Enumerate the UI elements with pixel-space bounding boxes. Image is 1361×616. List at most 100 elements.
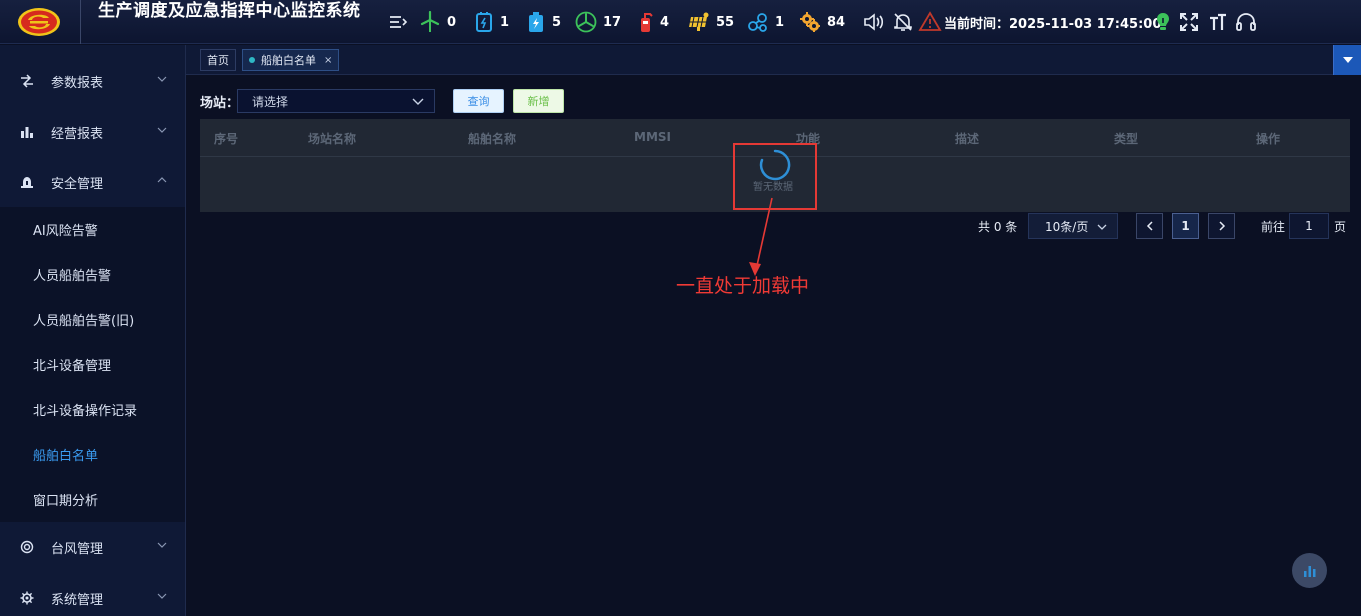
column-header: 操作 xyxy=(1256,132,1281,146)
gear-cluster-icon xyxy=(800,12,820,32)
bell-off-icon[interactable] xyxy=(891,10,915,34)
top-header: 生产调度及应急指挥中心监控系统 0 1 5 17 4 55 1 84 当前时间：… xyxy=(0,0,1361,44)
stat-value: 55 xyxy=(716,14,735,30)
prev-page-button[interactable] xyxy=(1136,213,1163,239)
alarm-light-icon xyxy=(21,177,33,188)
sidebar: 参数报表 经营报表 安全管理 AI风险告警 人员船舶告警 人员船舶告警(旧) 北… xyxy=(0,45,186,616)
fullscreen-icon[interactable] xyxy=(1177,10,1201,34)
typhoon-icon xyxy=(20,540,34,554)
app-title: 生产调度及应急指挥中心监控系统 xyxy=(98,1,361,21)
chevron-down-icon xyxy=(157,593,167,599)
arrows-exchange-icon xyxy=(21,74,33,88)
headset-icon[interactable] xyxy=(1234,10,1258,34)
stat-value: 0 xyxy=(447,14,457,30)
stat-solar[interactable]: 55 xyxy=(688,10,734,34)
page-size-select[interactable]: 10条/页 xyxy=(1028,213,1118,239)
active-dot xyxy=(249,57,255,63)
add-button[interactable]: 新增 xyxy=(513,89,564,113)
chevron-left-icon xyxy=(1146,221,1153,231)
wind-turbine-icon xyxy=(420,11,440,32)
chevron-down-icon xyxy=(412,98,424,105)
stat-value: 17 xyxy=(603,14,622,30)
station-select[interactable]: 请选择 xyxy=(237,89,435,113)
sidebar-item-business-report[interactable]: 经营报表 xyxy=(0,107,185,157)
safety-submenu: AI风险告警 人员船舶告警 人员船舶告警(旧) 北斗设备管理 北斗设备操作记录 … xyxy=(0,207,185,522)
submenu-item-label: 北斗设备管理 xyxy=(33,359,112,374)
caret-down-icon xyxy=(1342,57,1353,63)
submenu-item-ai-risk-alarm[interactable]: AI风险告警 xyxy=(0,207,185,252)
stat-value: 84 xyxy=(827,14,846,30)
font-size-icon[interactable] xyxy=(1206,10,1230,34)
tab-label: 首页 xyxy=(207,54,229,67)
stat-value: 5 xyxy=(552,14,562,30)
chevron-down-icon xyxy=(157,76,167,82)
chevron-up-icon xyxy=(157,177,167,183)
next-page-button[interactable] xyxy=(1208,213,1235,239)
stat-fan[interactable]: 17 xyxy=(575,10,621,34)
submenu-item-label: 窗口期分析 xyxy=(33,494,99,509)
stat-battery[interactable]: 5 xyxy=(526,10,561,34)
current-time: 当前时间：2025-11-03 17:45:00 xyxy=(944,13,1161,32)
logo-divider xyxy=(80,0,81,44)
network-nodes-icon xyxy=(748,13,767,32)
pagination-total: 共 0 条 xyxy=(978,220,1018,234)
stat-wind-turbine[interactable]: 0 xyxy=(419,10,456,34)
sidebar-item-param-report[interactable]: 参数报表 xyxy=(0,56,185,106)
speaker-icon[interactable] xyxy=(862,10,886,34)
chevron-down-icon xyxy=(157,127,167,133)
current-time-label: 当前时间： xyxy=(944,17,1010,32)
column-header: 序号 xyxy=(214,132,239,146)
menu-toggle-icon[interactable] xyxy=(386,10,410,34)
page-suffix: 页 xyxy=(1334,220,1347,234)
tabs-bar: 首页 船舶白名单 × xyxy=(186,45,1361,75)
tabs-dropdown-button[interactable] xyxy=(1333,45,1361,75)
column-header: 场站名称 xyxy=(308,132,357,146)
fan-circle-icon xyxy=(575,11,597,33)
goto-label: 前往 xyxy=(1261,220,1286,234)
column-header: 类型 xyxy=(1114,132,1139,146)
fire-extinguisher-icon xyxy=(641,13,653,32)
warning-triangle-icon[interactable] xyxy=(918,10,942,34)
query-button[interactable]: 查询 xyxy=(453,89,504,113)
submenu-item-label: 人员船舶告警 xyxy=(33,269,112,284)
goto-page-input[interactable]: 1 xyxy=(1289,213,1329,239)
stat-network[interactable]: 1 xyxy=(747,10,784,34)
page-number-button[interactable]: 1 xyxy=(1172,213,1199,239)
submenu-item-beidou-device[interactable]: 北斗设备管理 xyxy=(0,342,185,387)
tab-ship-whitelist[interactable]: 船舶白名单 × xyxy=(242,49,340,71)
submenu-item-label: AI风险告警 xyxy=(33,224,98,239)
stat-gears[interactable]: 84 xyxy=(799,10,845,34)
sidebar-item-label: 系统管理 xyxy=(51,592,104,608)
stat-inverter[interactable]: 1 xyxy=(474,10,509,34)
submenu-item-label: 人员船舶告警(旧) xyxy=(33,314,135,329)
submenu-item-ship-whitelist[interactable]: 船舶白名单 xyxy=(0,432,185,477)
sidebar-item-label: 安全管理 xyxy=(51,176,104,192)
submenu-item-person-ship-alarm[interactable]: 人员船舶告警 xyxy=(0,252,185,297)
station-filter-label: 场站： xyxy=(200,96,240,111)
gear-icon xyxy=(20,591,34,605)
tab-home[interactable]: 首页 xyxy=(200,49,236,71)
submenu-item-window-analysis[interactable]: 窗口期分析 xyxy=(0,477,185,522)
submenu-item-label: 船舶白名单 xyxy=(33,449,99,464)
sidebar-item-system[interactable]: 系统管理 xyxy=(0,573,185,616)
floating-chart-button[interactable] xyxy=(1292,553,1327,588)
submenu-item-label: 北斗设备操作记录 xyxy=(33,404,138,419)
stat-value: 4 xyxy=(660,14,670,30)
close-icon[interactable]: × xyxy=(324,55,332,66)
sidebar-item-safety[interactable]: 安全管理 xyxy=(0,157,185,207)
stat-fire-extinguisher[interactable]: 4 xyxy=(638,10,669,34)
solar-panel-icon xyxy=(689,12,709,31)
bar-chart-icon xyxy=(21,127,33,138)
column-header: 描述 xyxy=(955,132,980,146)
sidebar-item-label: 台风管理 xyxy=(51,541,104,557)
sidebar-item-label: 经营报表 xyxy=(51,126,104,142)
company-logo-icon xyxy=(18,8,60,36)
inverter-icon xyxy=(476,12,492,32)
submenu-item-beidou-log[interactable]: 北斗设备操作记录 xyxy=(0,387,185,432)
chevron-right-icon xyxy=(1218,221,1225,231)
tab-label: 船舶白名单 xyxy=(261,54,316,67)
lightbulb-icon[interactable] xyxy=(1151,10,1175,34)
submenu-item-person-ship-alarm-old[interactable]: 人员船舶告警(旧) xyxy=(0,297,185,342)
battery-charge-icon xyxy=(529,12,543,32)
sidebar-item-typhoon[interactable]: 台风管理 xyxy=(0,522,185,572)
